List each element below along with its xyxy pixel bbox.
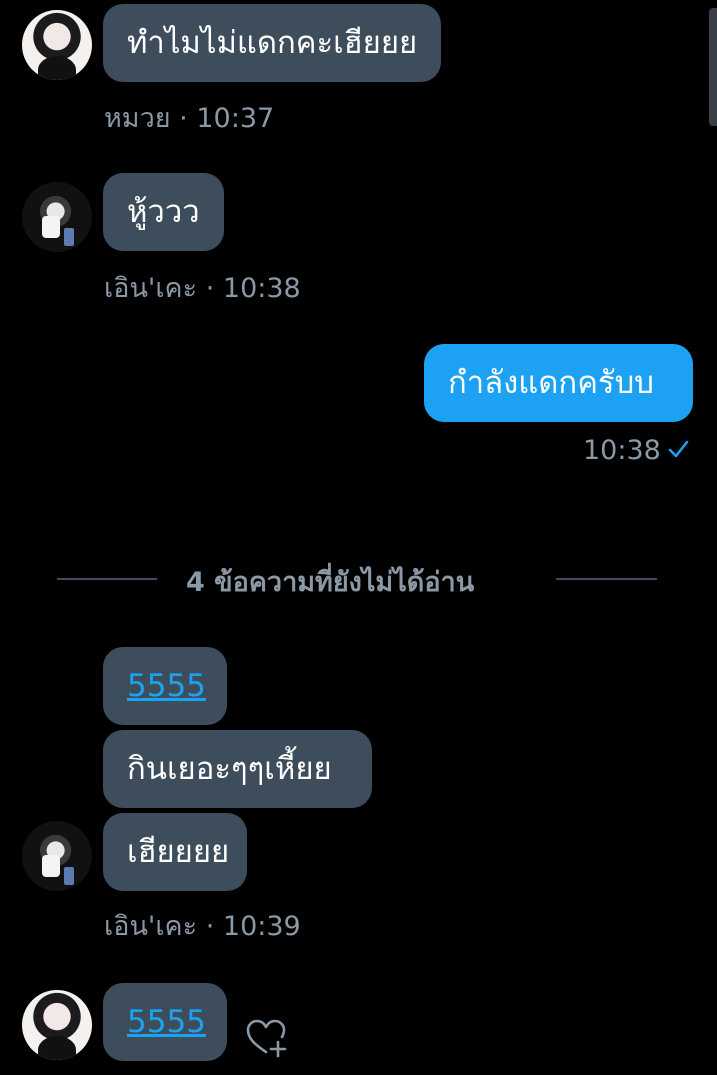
avatar[interactable]	[22, 182, 92, 252]
message-bubble-incoming[interactable]: 5555	[103, 983, 227, 1061]
message-text: กำลังแดกครับบ	[448, 365, 654, 401]
message-text: ทำไมไม่แดกคะเฮียยย	[127, 25, 418, 61]
message-time: 10:37	[196, 103, 275, 134]
message-link[interactable]: 5555	[127, 668, 206, 704]
message-meta: เอิน'เคะ · 10:38	[104, 266, 301, 309]
scroll-indicator[interactable]	[709, 8, 717, 126]
message-bubble-outgoing[interactable]: กำลังแดกครับบ	[424, 344, 693, 422]
meta-separator: ·	[179, 103, 188, 134]
unread-divider-label: 4 ข้อความที่ยังไม่ได้อ่าน	[186, 567, 475, 598]
message-bubble-incoming[interactable]: ทำไมไม่แดกคะเฮียยย	[103, 4, 441, 82]
message-meta: 10:38	[583, 435, 661, 466]
avatar[interactable]	[22, 10, 92, 80]
sender-name: เอิน'เคะ	[104, 273, 198, 304]
avatar[interactable]	[22, 821, 92, 891]
message-text: เฮียยยย	[127, 834, 230, 870]
meta-separator: ·	[205, 911, 215, 942]
message-text: กินเยอะๆๆเหี้ยย	[127, 751, 332, 787]
message-meta: หมวย · 10:37	[104, 96, 274, 139]
heart-plus-icon[interactable]	[244, 1016, 292, 1060]
message-time: 10:39	[222, 911, 301, 942]
message-bubble-incoming[interactable]: 5555	[103, 647, 227, 725]
message-meta: เอิน'เคะ · 10:39	[104, 904, 301, 947]
message-time: 10:38	[583, 435, 661, 466]
message-text: หู้ววว	[127, 194, 200, 230]
check-icon	[668, 440, 689, 458]
sender-name: เอิน'เคะ	[104, 911, 198, 942]
message-bubble-incoming[interactable]: กินเยอะๆๆเหี้ยย	[103, 730, 372, 808]
divider-line-right	[556, 578, 657, 580]
message-bubble-incoming[interactable]: หู้ววว	[103, 173, 224, 251]
avatar[interactable]	[22, 990, 92, 1060]
sender-name: หมวย	[104, 103, 171, 134]
message-link[interactable]: 5555	[127, 1004, 206, 1040]
message-bubble-incoming[interactable]: เฮียยยย	[103, 813, 247, 891]
message-time: 10:38	[222, 273, 301, 304]
divider-line-left	[57, 578, 157, 580]
meta-separator: ·	[205, 273, 215, 304]
